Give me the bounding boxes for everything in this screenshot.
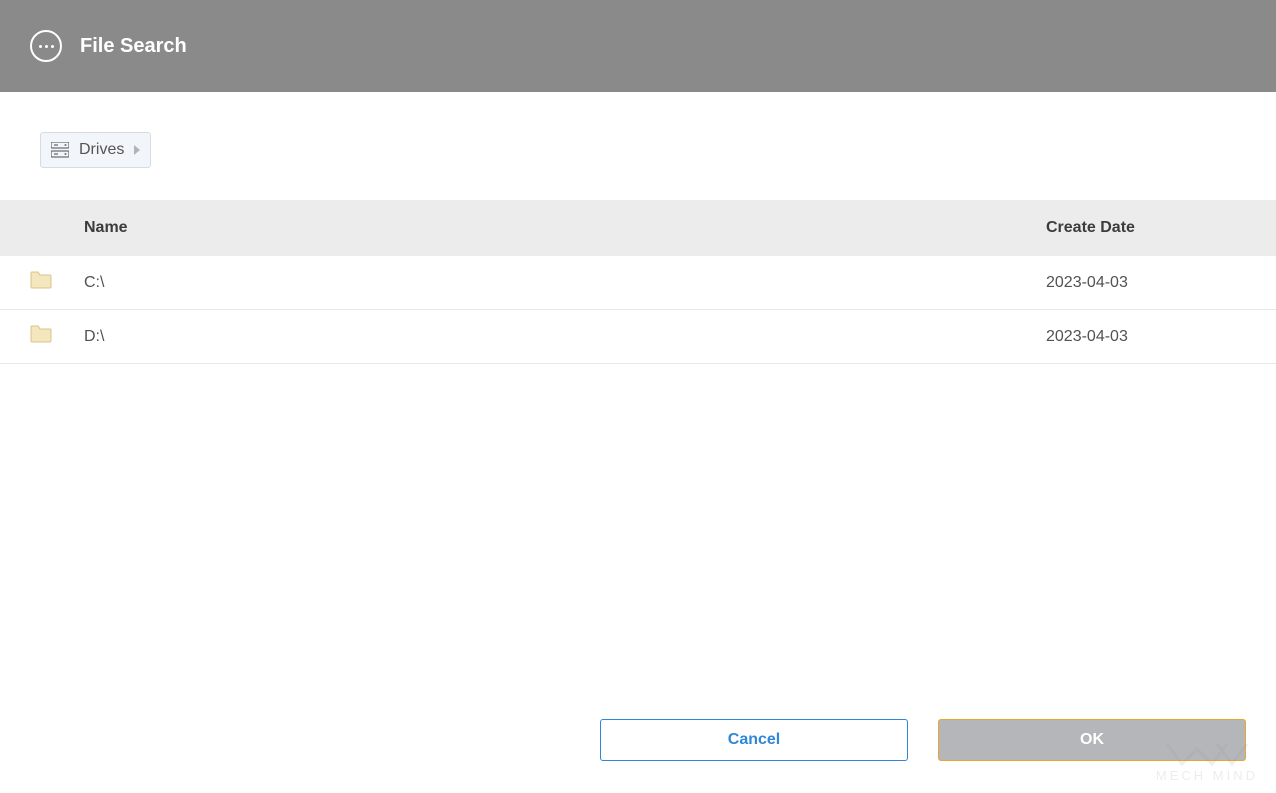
file-name: C:\ xyxy=(84,274,1046,292)
folder-icon xyxy=(30,325,52,343)
table-row[interactable]: C:\ 2023-04-03 xyxy=(0,256,1276,310)
breadcrumb-area: Drives xyxy=(0,92,1276,200)
column-header-name[interactable]: Name xyxy=(84,219,1046,237)
breadcrumb-drives[interactable]: Drives xyxy=(40,132,151,168)
drives-icon xyxy=(51,142,69,158)
ok-button[interactable]: OK xyxy=(938,719,1246,761)
cancel-button[interactable]: Cancel xyxy=(600,719,908,761)
page-title: File Search xyxy=(80,35,187,58)
header-bar: File Search xyxy=(0,0,1276,92)
file-name: D:\ xyxy=(84,328,1046,346)
watermark-text: MECH MIND xyxy=(1156,768,1258,783)
breadcrumb-label: Drives xyxy=(79,141,124,159)
table-header: Name Create Date xyxy=(0,200,1276,256)
file-create-date: 2023-04-03 xyxy=(1046,328,1246,346)
footer-buttons: Cancel OK xyxy=(600,719,1246,761)
table-row[interactable]: D:\ 2023-04-03 xyxy=(0,310,1276,364)
folder-icon xyxy=(30,271,52,289)
chevron-right-icon xyxy=(134,145,140,155)
menu-icon[interactable] xyxy=(30,30,62,62)
column-header-create-date[interactable]: Create Date xyxy=(1046,219,1246,237)
file-create-date: 2023-04-03 xyxy=(1046,274,1246,292)
